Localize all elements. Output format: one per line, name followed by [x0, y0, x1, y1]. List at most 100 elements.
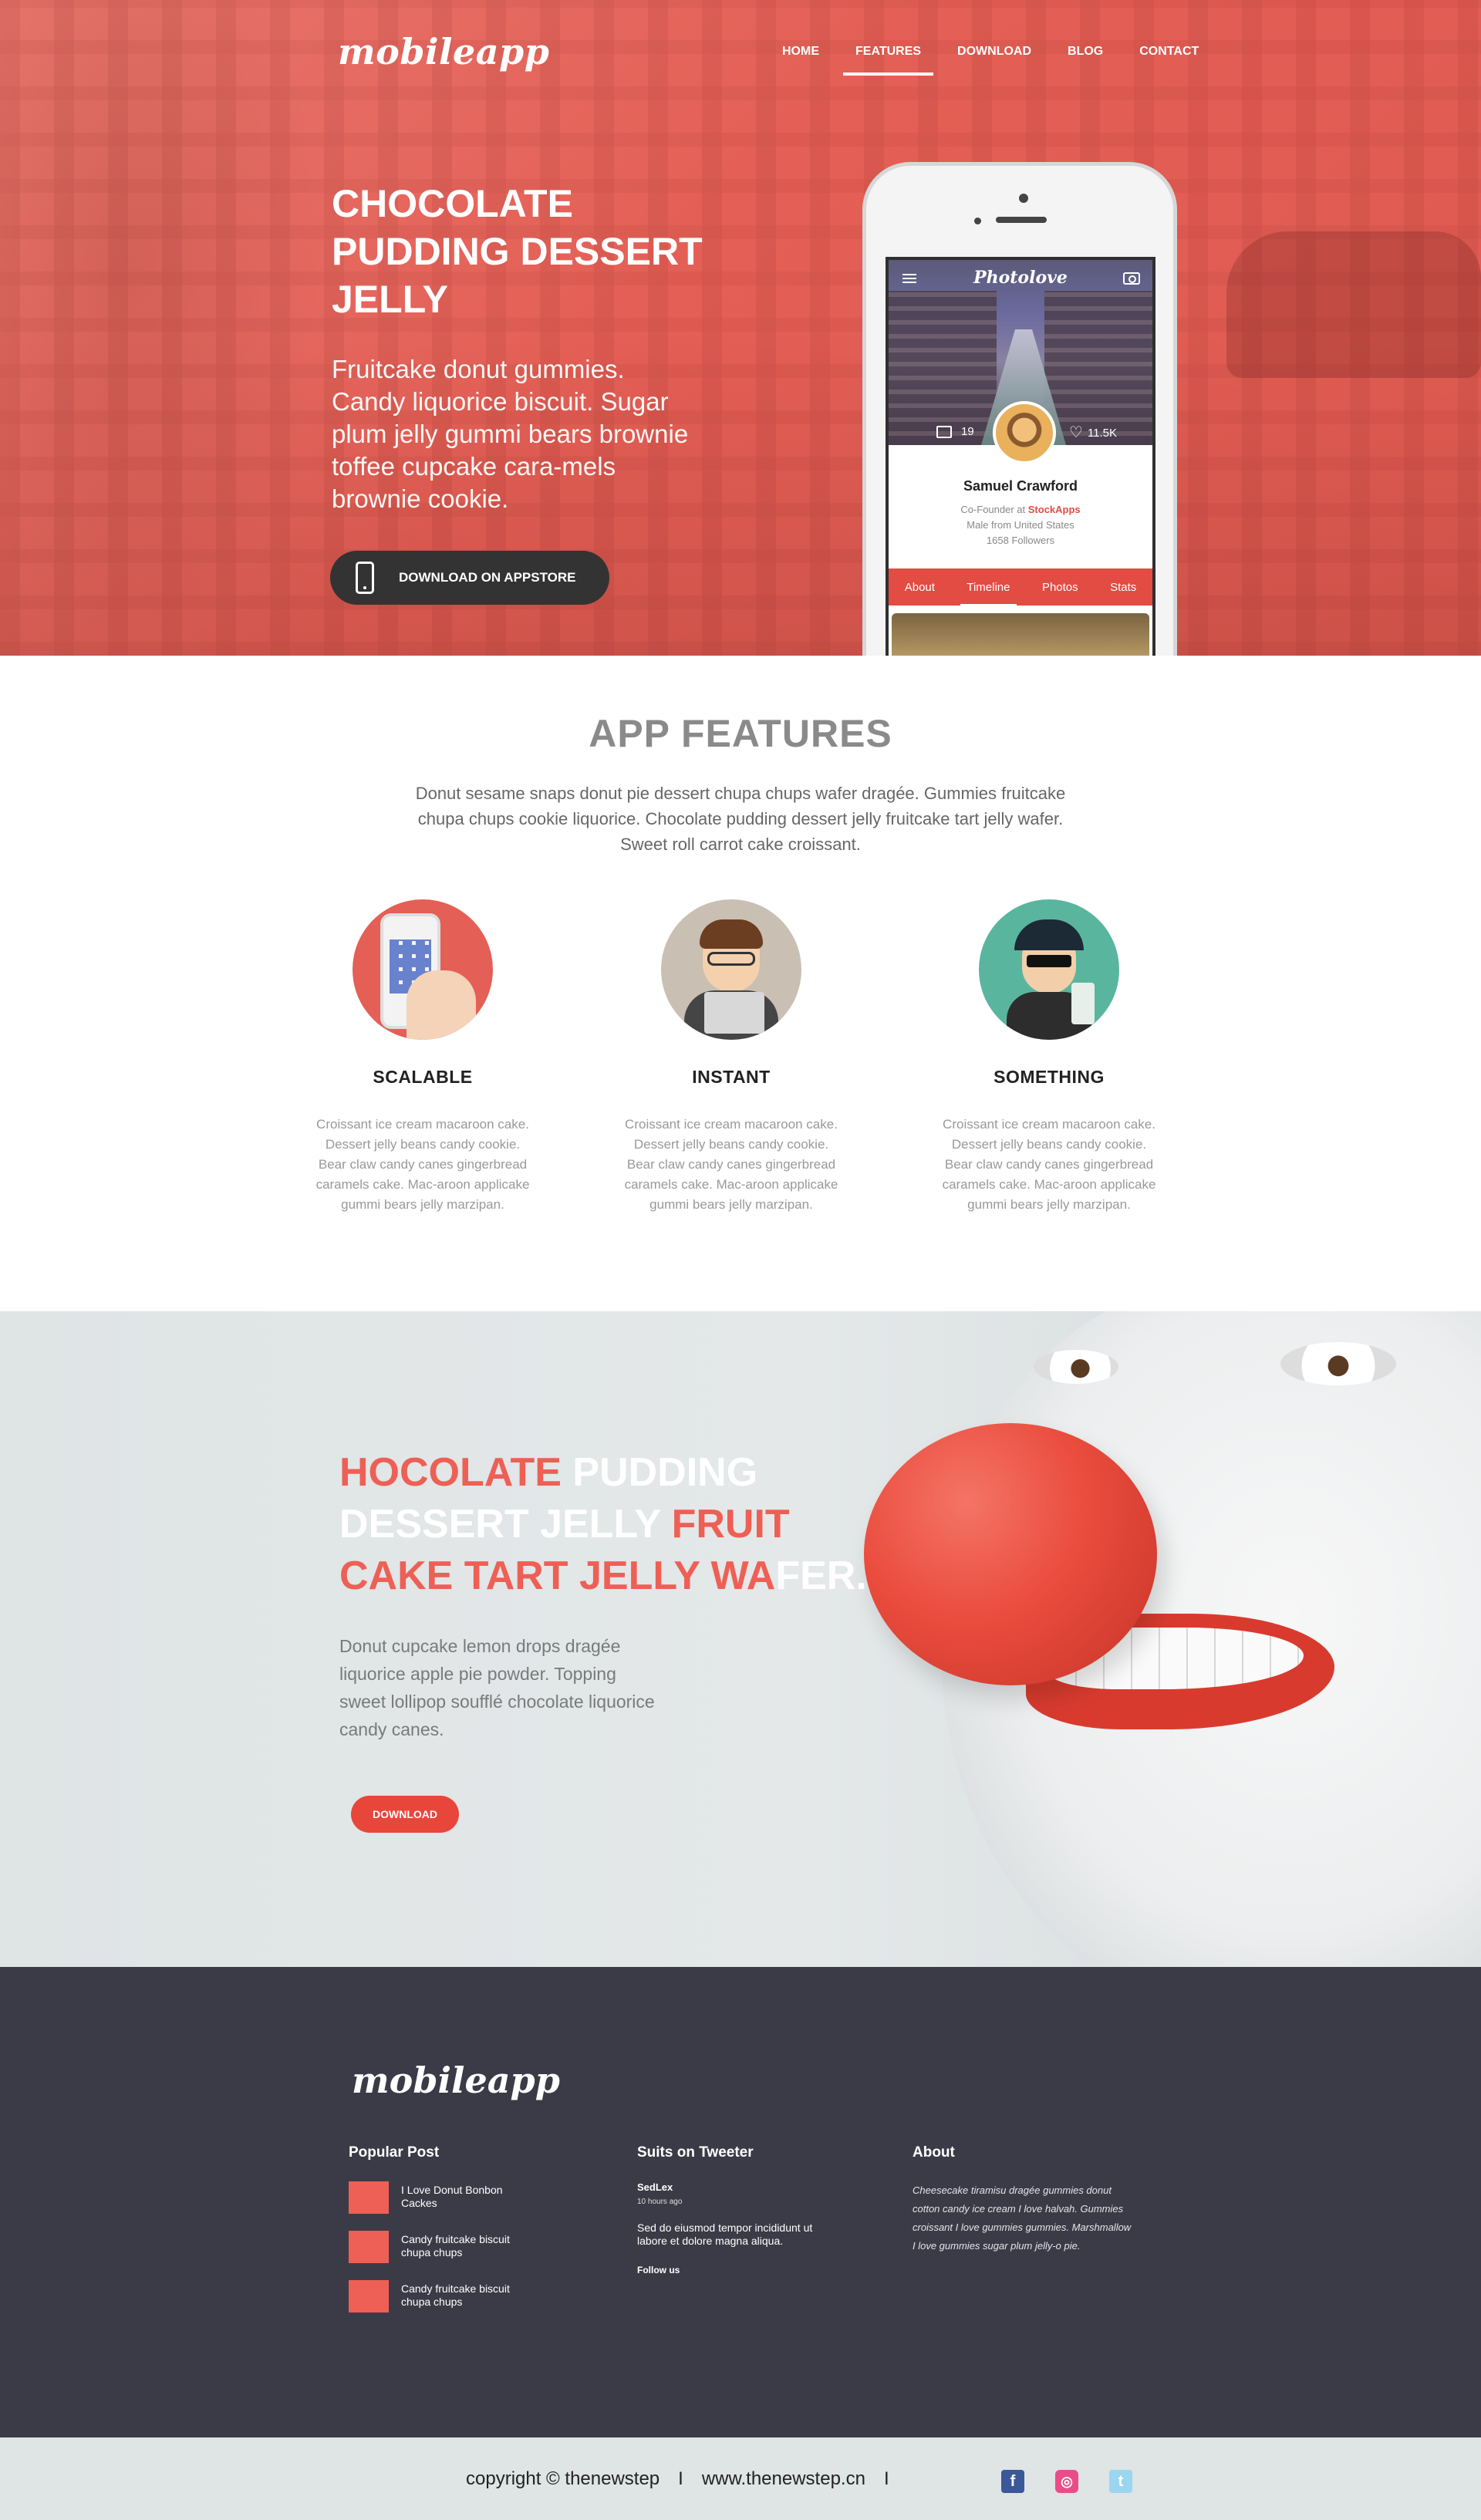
tab-photos[interactable]: Photos — [1036, 581, 1085, 594]
tweet-time: 10 hours ago — [637, 2198, 683, 2206]
clown-eye-right — [1280, 1342, 1396, 1385]
photos-stat[interactable]: 19 — [936, 425, 974, 438]
likes-count: 11.5K — [1087, 426, 1118, 440]
twitter-icon[interactable]: t — [1109, 2470, 1132, 2493]
developer-laptop-icon — [661, 899, 801, 1040]
nav-download[interactable]: DOWNLOAD — [957, 45, 1031, 59]
camera-icon[interactable] — [1123, 272, 1140, 285]
post-title: Candy fruitcake biscuit chupa chups — [401, 2282, 510, 2308]
app-topbar: Photolove — [889, 260, 1152, 295]
app-title: Photolove — [973, 268, 1068, 288]
illustration-hand — [407, 970, 476, 1040]
feature-title: SCALABLE — [373, 1067, 473, 1087]
post-title: Candy fruitcake biscuit chupa chups — [401, 2233, 510, 2259]
profile-followers: 1658 Followers — [986, 535, 1055, 546]
hero-section: mobileapp HOME FEATURES DOWNLOAD BLOG CO… — [0, 0, 1481, 656]
illustration-sunglasses — [1027, 955, 1071, 967]
phone-mockup: Photolove 19 ♡ 11.5K Samuel Crawford Co-… — [862, 162, 1177, 656]
image-icon — [936, 425, 952, 438]
phone-touch-icon — [353, 899, 493, 1040]
promo-title-part: FER. — [775, 1553, 867, 1598]
popular-posts: Popular Post I Love Donut Bonbon Cackes … — [349, 2144, 540, 2329]
footer: mobileapp Popular Post I Love Donut Bonb… — [0, 1967, 1481, 2437]
profile-name: Samuel Crawford — [963, 478, 1078, 494]
tab-about[interactable]: About — [899, 581, 941, 594]
cover-building-left — [889, 291, 997, 445]
company-link[interactable]: StockApps — [1028, 504, 1081, 515]
phone-speaker — [996, 217, 1047, 223]
feature-text: Croissant ice cream macaroon cake. Desse… — [624, 1117, 838, 1212]
illustration-hair — [1014, 919, 1084, 950]
feature-instant: INSTANT Croissant ice cream macaroon cak… — [619, 899, 843, 1215]
features-intro: Donut sesame snaps donut pie dessert chu… — [415, 784, 1066, 854]
website-link[interactable]: www.thenewstep.cn — [702, 2468, 865, 2490]
dribbble-icon[interactable]: ◎ — [1055, 2470, 1078, 2493]
list-item[interactable]: I Love Donut Bonbon Cackes — [349, 2181, 540, 2214]
phone-camera — [1019, 194, 1028, 203]
list-item[interactable]: Candy fruitcake biscuit chupa chups — [349, 2231, 540, 2263]
hamburger-menu-icon[interactable] — [902, 274, 916, 283]
phone-sensor — [974, 218, 981, 224]
list-item[interactable]: Candy fruitcake biscuit chupa chups — [349, 2280, 540, 2313]
about: About Cheesecake tiramisu dragée gummies… — [913, 2144, 1136, 2255]
heart-icon: ♡ — [1069, 424, 1083, 441]
about-text: Cheesecake tiramisu dragée gummies donut… — [913, 2184, 1132, 2252]
tweet-user[interactable]: SedLex — [637, 2181, 822, 2193]
promo-title: HOCOLATE PUDDING DESSERT JELLY FRUIT CAK… — [339, 1447, 895, 1602]
copyright-line: copyright © thenewstep I www.thenewstep.… — [466, 2468, 908, 2490]
illustration-hair — [700, 919, 763, 949]
about-heading: About — [913, 2144, 955, 2161]
tweets: Suits on Tweeter SedLex 10 hours ago Sed… — [637, 2144, 822, 2275]
feature-scalable: SCALABLE Croissant ice cream macaroon ca… — [311, 899, 535, 1215]
post-thumbnail — [349, 2181, 389, 2214]
nav-features[interactable]: FEATURES — [842, 45, 934, 76]
nav-contact[interactable]: CONTACT — [1139, 45, 1199, 59]
smartphone-icon — [356, 562, 374, 594]
post-title: I Love Donut Bonbon Cackes — [401, 2184, 503, 2209]
site-logo[interactable]: mobileapp — [338, 31, 549, 73]
nav-home[interactable]: HOME — [782, 45, 819, 59]
likes-stat[interactable]: ♡ 11.5K — [1069, 425, 1117, 440]
role-prefix: Co-Founder at — [960, 504, 1026, 515]
illustration-cup — [1071, 983, 1095, 1024]
post-thumbnail — [349, 2280, 389, 2313]
avatar[interactable] — [993, 401, 1056, 464]
tab-stats[interactable]: Stats — [1104, 581, 1142, 594]
tab-timeline[interactable]: Timeline — [960, 581, 1017, 606]
post-thumbnail — [349, 2231, 389, 2263]
hero-text: Fruitcake donut gummies. Candy liquorice… — [332, 355, 689, 513]
phone-screen: Photolove 19 ♡ 11.5K Samuel Crawford Co-… — [886, 257, 1155, 656]
profile-role: Co-Founder at StockApps — [889, 504, 1152, 515]
hero-background-road — [0, 332, 1481, 656]
clown-eye-left — [1034, 1350, 1118, 1384]
tweets-heading: Suits on Tweeter — [637, 2144, 754, 2161]
promo-text: Donut cupcake lemon drops dragée liquori… — [339, 1636, 655, 1739]
follow-us-link[interactable]: Follow us — [637, 2265, 822, 2275]
copyright-bar: copyright © thenewstep I www.thenewstep.… — [0, 2437, 1481, 2520]
illustration-laptop — [704, 992, 764, 1034]
profile-tabs: About Timeline Photos Stats — [889, 568, 1152, 606]
clown-red-nose — [864, 1423, 1157, 1685]
feature-something: SOMETHING Croissant ice cream macaroon c… — [937, 899, 1161, 1215]
feature-text: Croissant ice cream macaroon cake. Desse… — [942, 1117, 1156, 1212]
footer-logo[interactable]: mobileapp — [352, 2060, 560, 2101]
nav-blog[interactable]: BLOG — [1068, 45, 1103, 59]
promo-title-part: HOCOLATE — [339, 1450, 573, 1495]
download-appstore-button[interactable]: DOWNLOAD ON APPSTORE — [330, 551, 609, 605]
timeline-post-image[interactable] — [892, 613, 1149, 656]
feature-title: SOMETHING — [994, 1067, 1105, 1087]
illustration-glasses — [707, 952, 755, 966]
download-appstore-label: DOWNLOAD ON APPSTORE — [399, 570, 576, 585]
separator: I — [883, 2468, 889, 2489]
download-button[interactable]: DOWNLOAD — [351, 1796, 459, 1833]
main-nav: HOME FEATURES DOWNLOAD BLOG CONTACT — [782, 45, 1235, 76]
facebook-icon[interactable]: f — [1001, 2470, 1024, 2493]
features-title: APP FEATURES — [589, 712, 892, 755]
popular-posts-heading: Popular Post — [349, 2144, 440, 2161]
tweet-body: Sed do eiusmod tempor incididunt ut labo… — [637, 2221, 813, 2247]
cool-guy-icon — [979, 899, 1119, 1040]
photos-count: 19 — [961, 425, 974, 438]
copyright-text: copyright © thenewstep — [466, 2468, 660, 2489]
promo-section — [0, 1311, 1481, 1967]
hero-title: CHOCOLATE PUDDING DESSERT JELLY — [332, 182, 703, 321]
